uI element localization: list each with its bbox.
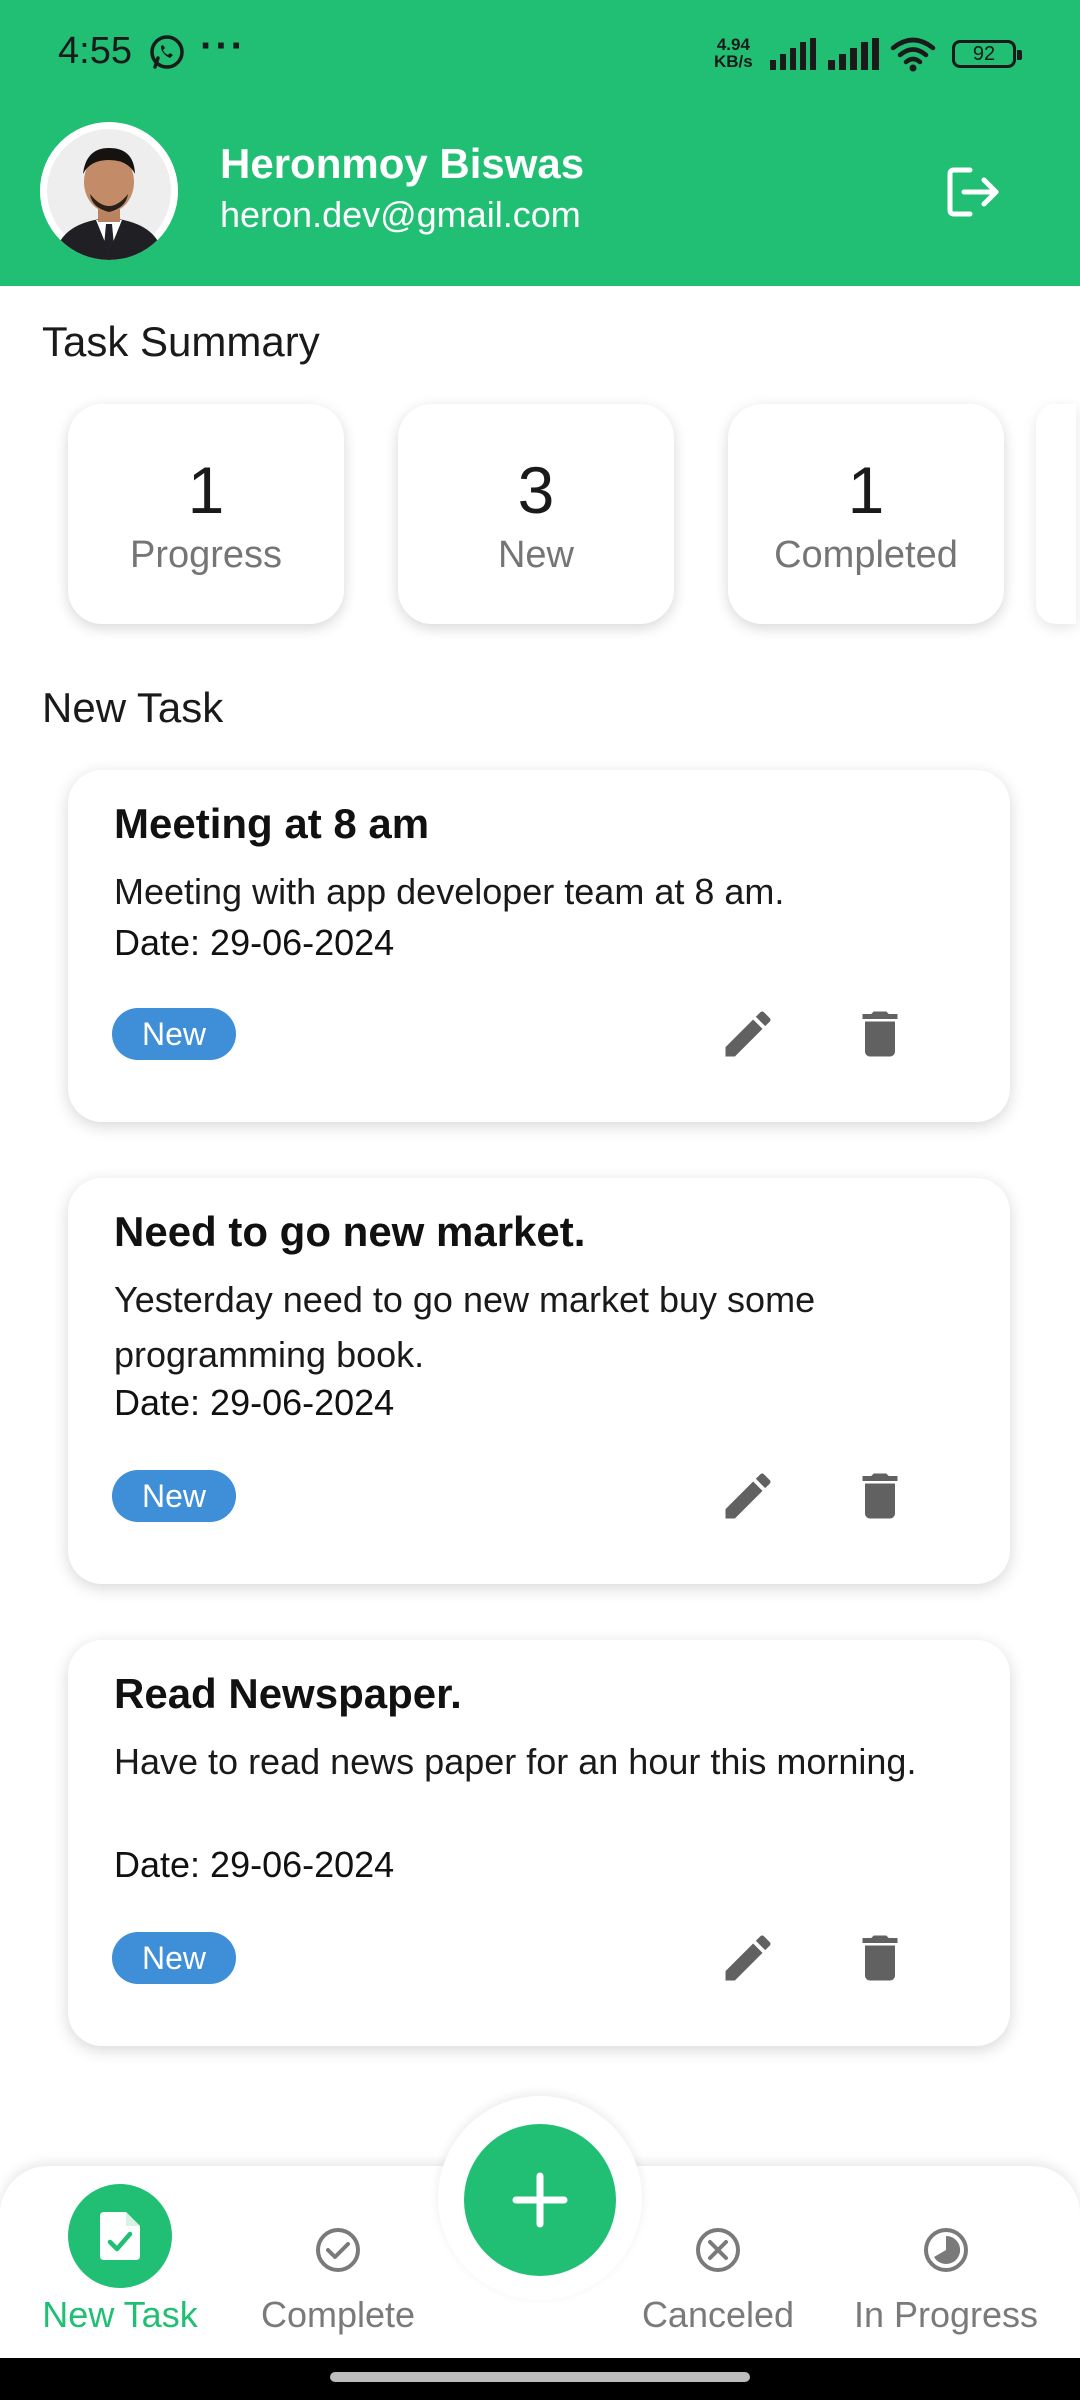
network-speed: 4.94 KB/s	[714, 36, 753, 70]
status-time: 4:55	[58, 30, 132, 72]
task-card[interactable]: Need to go new market. Yesterday need to…	[68, 1178, 1010, 1584]
task-card[interactable]: Meeting at 8 am Meeting with app develop…	[68, 770, 1010, 1122]
network-speed-value: 4.94	[716, 35, 750, 54]
delete-icon[interactable]	[850, 1004, 910, 1064]
summary-card-next-partial[interactable]	[1036, 404, 1076, 624]
summary-label: Completed	[774, 534, 958, 576]
status-badge: New	[112, 1008, 236, 1060]
task-title: Need to go new market.	[114, 1208, 586, 1255]
document-check-icon	[100, 2212, 140, 2260]
avatar[interactable]	[40, 122, 178, 260]
nav-item-canceled[interactable]: Canceled	[618, 2166, 818, 2358]
network-speed-unit: KB/s	[714, 52, 753, 71]
nav-label: Canceled	[641, 2294, 795, 2335]
plus-icon	[512, 2172, 568, 2228]
signal-icon	[770, 38, 816, 70]
user-name: Heronmoy Biswas	[220, 140, 585, 187]
nav-label: New Task	[42, 2294, 198, 2335]
logout-icon[interactable]	[940, 160, 1004, 224]
home-indicator[interactable]	[330, 2372, 750, 2382]
signal-icon-2	[828, 38, 879, 70]
user-email: heron.dev@gmail.com	[220, 194, 581, 235]
battery-indicator: 92	[952, 40, 1022, 68]
delete-icon[interactable]	[850, 1466, 910, 1526]
summary-count: 1	[847, 453, 885, 527]
nav-item-complete[interactable]: Complete	[238, 2166, 438, 2358]
summary-card-completed[interactable]: 1 Completed	[728, 404, 1004, 624]
task-date: Date: 29-06-2024	[114, 1844, 395, 1885]
summary-row[interactable]: 1 Progress 3 New 1 Completed	[0, 396, 1080, 652]
summary-count: 1	[187, 453, 225, 527]
check-circle-icon	[316, 2228, 360, 2272]
whatsapp-icon	[150, 35, 184, 69]
task-list-title: New Task	[42, 684, 224, 731]
nav-item-in-progress[interactable]: In Progress	[836, 2166, 1056, 2358]
task-date: Date: 29-06-2024	[114, 922, 395, 963]
cancel-circle-icon	[696, 2228, 740, 2272]
task-description: Yesterday need to go new market buy some…	[114, 1279, 816, 1375]
task-summary-title: Task Summary	[42, 318, 320, 365]
edit-icon[interactable]	[718, 1466, 778, 1526]
avatar-image	[40, 122, 178, 260]
summary-label: New	[497, 534, 575, 576]
task-date: Date: 29-06-2024	[114, 1382, 395, 1423]
summary-count: 3	[517, 453, 555, 527]
task-title: Meeting at 8 am	[114, 800, 430, 847]
more-notifications-icon: ···	[200, 24, 246, 68]
add-task-button[interactable]	[464, 2124, 616, 2276]
app-header: 4:55 ··· 4.94 KB/s 92 Heronmoy Biswas he…	[0, 0, 1080, 286]
nav-active-indicator	[68, 2184, 172, 2288]
status-badge: New	[112, 1470, 236, 1522]
status-badge: New	[112, 1932, 236, 1984]
task-card[interactable]: Read Newspaper. Have to read news paper …	[68, 1640, 1010, 2046]
summary-card-progress[interactable]: 1 Progress	[68, 404, 344, 624]
nav-item-new-task[interactable]: New Task	[20, 2166, 220, 2358]
task-description: Have to read news paper for an hour this…	[114, 1741, 917, 1782]
nav-label: In Progress	[853, 2294, 1039, 2335]
delete-icon[interactable]	[850, 1928, 910, 1988]
status-bar: 4:55 ··· 4.94 KB/s 92	[0, 0, 1080, 108]
edit-icon[interactable]	[718, 1004, 778, 1064]
nav-label: Complete	[260, 2294, 416, 2335]
progress-circle-icon	[924, 2228, 968, 2272]
task-title: Read Newspaper.	[114, 1670, 462, 1717]
summary-label: Progress	[129, 534, 283, 576]
edit-icon[interactable]	[718, 1928, 778, 1988]
task-description: Meeting with app developer team at 8 am.	[114, 871, 785, 912]
summary-card-new[interactable]: 3 New	[398, 404, 674, 624]
wifi-icon	[890, 37, 936, 72]
